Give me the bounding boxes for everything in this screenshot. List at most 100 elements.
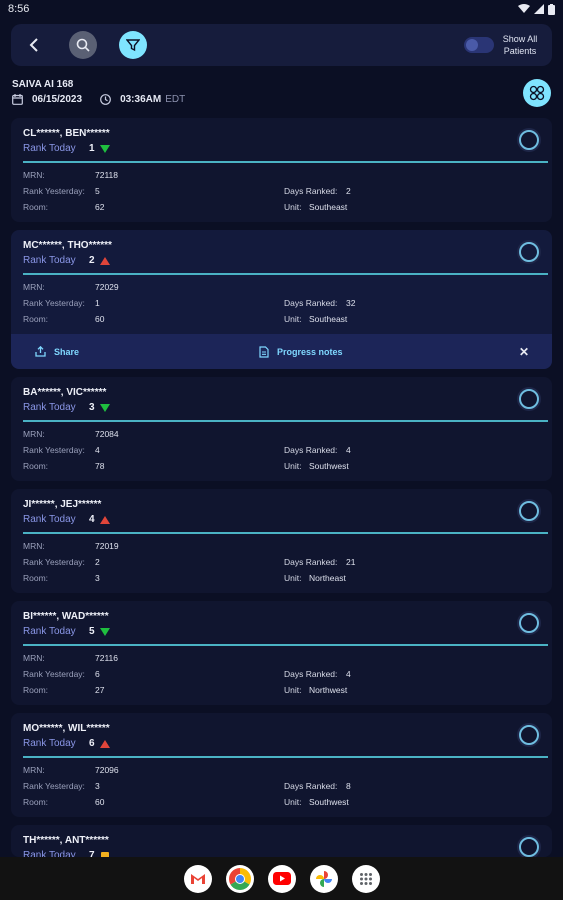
select-radio[interactable]: [519, 725, 539, 745]
progress-notes-label: Progress notes: [277, 346, 343, 357]
search-icon: [76, 38, 90, 52]
search-button[interactable]: [69, 31, 97, 59]
patient-card[interactable]: JI******, JEJ****** Rank Today 4 MRN: 72…: [11, 489, 552, 593]
room-value: 60: [95, 314, 105, 324]
patient-name: BA******, VIC******: [23, 387, 107, 398]
mrn-label: MRN:: [23, 429, 45, 439]
rank-down-triangle-icon: [100, 145, 110, 153]
calendar-icon: [12, 93, 24, 105]
rank-today-value: 3: [89, 402, 95, 413]
youtube-icon[interactable]: [267, 864, 296, 893]
unit-value: Southwest: [309, 797, 349, 807]
patient-card-selected[interactable]: MC******, THO****** Rank Today 2 MRN: 72…: [11, 230, 552, 334]
select-radio[interactable]: [519, 837, 539, 857]
select-radio[interactable]: [519, 130, 539, 150]
gmail-icon[interactable]: [183, 864, 212, 893]
signal-icon: [534, 4, 544, 14]
rank-today-label: Rank Today: [23, 738, 76, 749]
card-divider: [23, 161, 548, 163]
mrn-label: MRN:: [23, 765, 45, 775]
room-label: Room:: [23, 202, 49, 212]
share-icon: [35, 346, 46, 357]
show-all-patients-label: Show All Patients: [502, 34, 538, 56]
close-icon[interactable]: ✕: [519, 345, 529, 359]
share-label: Share: [54, 346, 80, 357]
select-radio[interactable]: [519, 389, 539, 409]
select-radio[interactable]: [519, 242, 539, 262]
room-label: Room:: [23, 573, 49, 583]
card-divider: [23, 273, 548, 275]
select-radio[interactable]: [519, 613, 539, 633]
unit-label: Unit:: [284, 314, 302, 324]
patient-card[interactable]: BI******, WAD****** Rank Today 5 MRN: 72…: [11, 601, 552, 705]
days-ranked-label: Days Ranked:: [284, 669, 338, 679]
mrn-value: 72084: [95, 429, 119, 439]
chevron-left-icon: [29, 38, 38, 52]
grid-icon: [529, 85, 545, 101]
days-ranked-value: 4: [346, 445, 351, 455]
report-date: 06/15/2023: [32, 93, 83, 105]
chrome-icon[interactable]: [225, 864, 254, 893]
show-all-patients-toggle-group: Show All Patients: [464, 33, 540, 57]
mrn-value: 72118: [95, 170, 119, 180]
unit-label: Unit:: [284, 685, 302, 695]
patient-card[interactable]: MO******, WIL****** Rank Today 6 MRN: 72…: [11, 713, 552, 817]
patient-name: CL******, BEN******: [23, 128, 110, 139]
days-ranked-label: Days Ranked:: [284, 298, 338, 308]
room-label: Room:: [23, 314, 49, 324]
show-all-patients-toggle[interactable]: [464, 37, 494, 53]
unit-value: Southeast: [309, 314, 348, 324]
photos-icon[interactable]: [309, 864, 338, 893]
room-label: Room:: [23, 461, 49, 471]
rank-up-triangle-icon: [100, 516, 110, 524]
patient-card[interactable]: TH******, ANT****** Rank Today 7: [11, 825, 552, 857]
mrn-value: 72116: [95, 653, 119, 663]
patient-name: JI******, JEJ******: [23, 499, 102, 510]
rank-today-label: Rank Today: [23, 626, 76, 637]
rank-down-triangle-icon: [100, 404, 110, 412]
rank-yesterday-label: Rank Yesterday:: [23, 445, 85, 455]
selection-action-bar: Share Progress notes ✕: [11, 334, 552, 369]
card-divider: [23, 756, 548, 758]
mrn-label: MRN:: [23, 653, 45, 663]
unit-value: Southeast: [309, 202, 348, 212]
patient-name: TH******, ANT******: [23, 835, 109, 846]
filter-button[interactable]: [119, 31, 147, 59]
rank-yesterday-label: Rank Yesterday:: [23, 557, 85, 567]
unit-value: Southwest: [309, 461, 349, 471]
rank-today-label: Rank Today: [23, 514, 76, 525]
rank-yesterday-value: 5: [95, 186, 100, 196]
back-button[interactable]: [23, 34, 45, 56]
rank-yesterday-label: Rank Yesterday:: [23, 669, 85, 679]
share-button[interactable]: Share: [35, 346, 79, 357]
unit-value: Northeast: [309, 573, 346, 583]
mrn-label: MRN:: [23, 541, 45, 551]
rank-down-triangle-icon: [100, 628, 110, 636]
patient-card[interactable]: BA******, VIC****** Rank Today 3 MRN: 72…: [11, 377, 552, 481]
room-value: 62: [95, 202, 105, 212]
patient-card[interactable]: CL******, BEN****** Rank Today 1 MRN: 72…: [11, 118, 552, 222]
device-title: SAIVA AI 168: [12, 79, 74, 90]
rank-up-triangle-icon: [100, 257, 110, 265]
progress-notes-button[interactable]: Progress notes: [259, 345, 343, 358]
days-ranked-label: Days Ranked:: [284, 186, 338, 196]
days-ranked-label: Days Ranked:: [284, 445, 338, 455]
rank-today-value: 7: [89, 850, 95, 857]
days-ranked-value: 21: [346, 557, 356, 567]
grid-view-button[interactable]: [523, 79, 551, 107]
rank-up-triangle-icon: [100, 740, 110, 748]
app-drawer-icon[interactable]: [351, 864, 380, 893]
rank-today-label: Rank Today: [23, 402, 76, 413]
battery-icon: [548, 3, 555, 15]
days-ranked-value: 4: [346, 669, 351, 679]
rank-today-label: Rank Today: [23, 850, 76, 857]
mrn-value: 72096: [95, 765, 119, 775]
patient-name: MC******, THO******: [23, 240, 112, 251]
date-row: 06/15/2023 03:36AM EDT: [12, 93, 185, 105]
rank-today-value: 4: [89, 514, 95, 525]
app-dock: [0, 857, 563, 900]
room-value: 3: [95, 573, 100, 583]
select-radio[interactable]: [519, 501, 539, 521]
rank-yesterday-label: Rank Yesterday:: [23, 298, 85, 308]
days-ranked-value: 2: [346, 186, 351, 196]
